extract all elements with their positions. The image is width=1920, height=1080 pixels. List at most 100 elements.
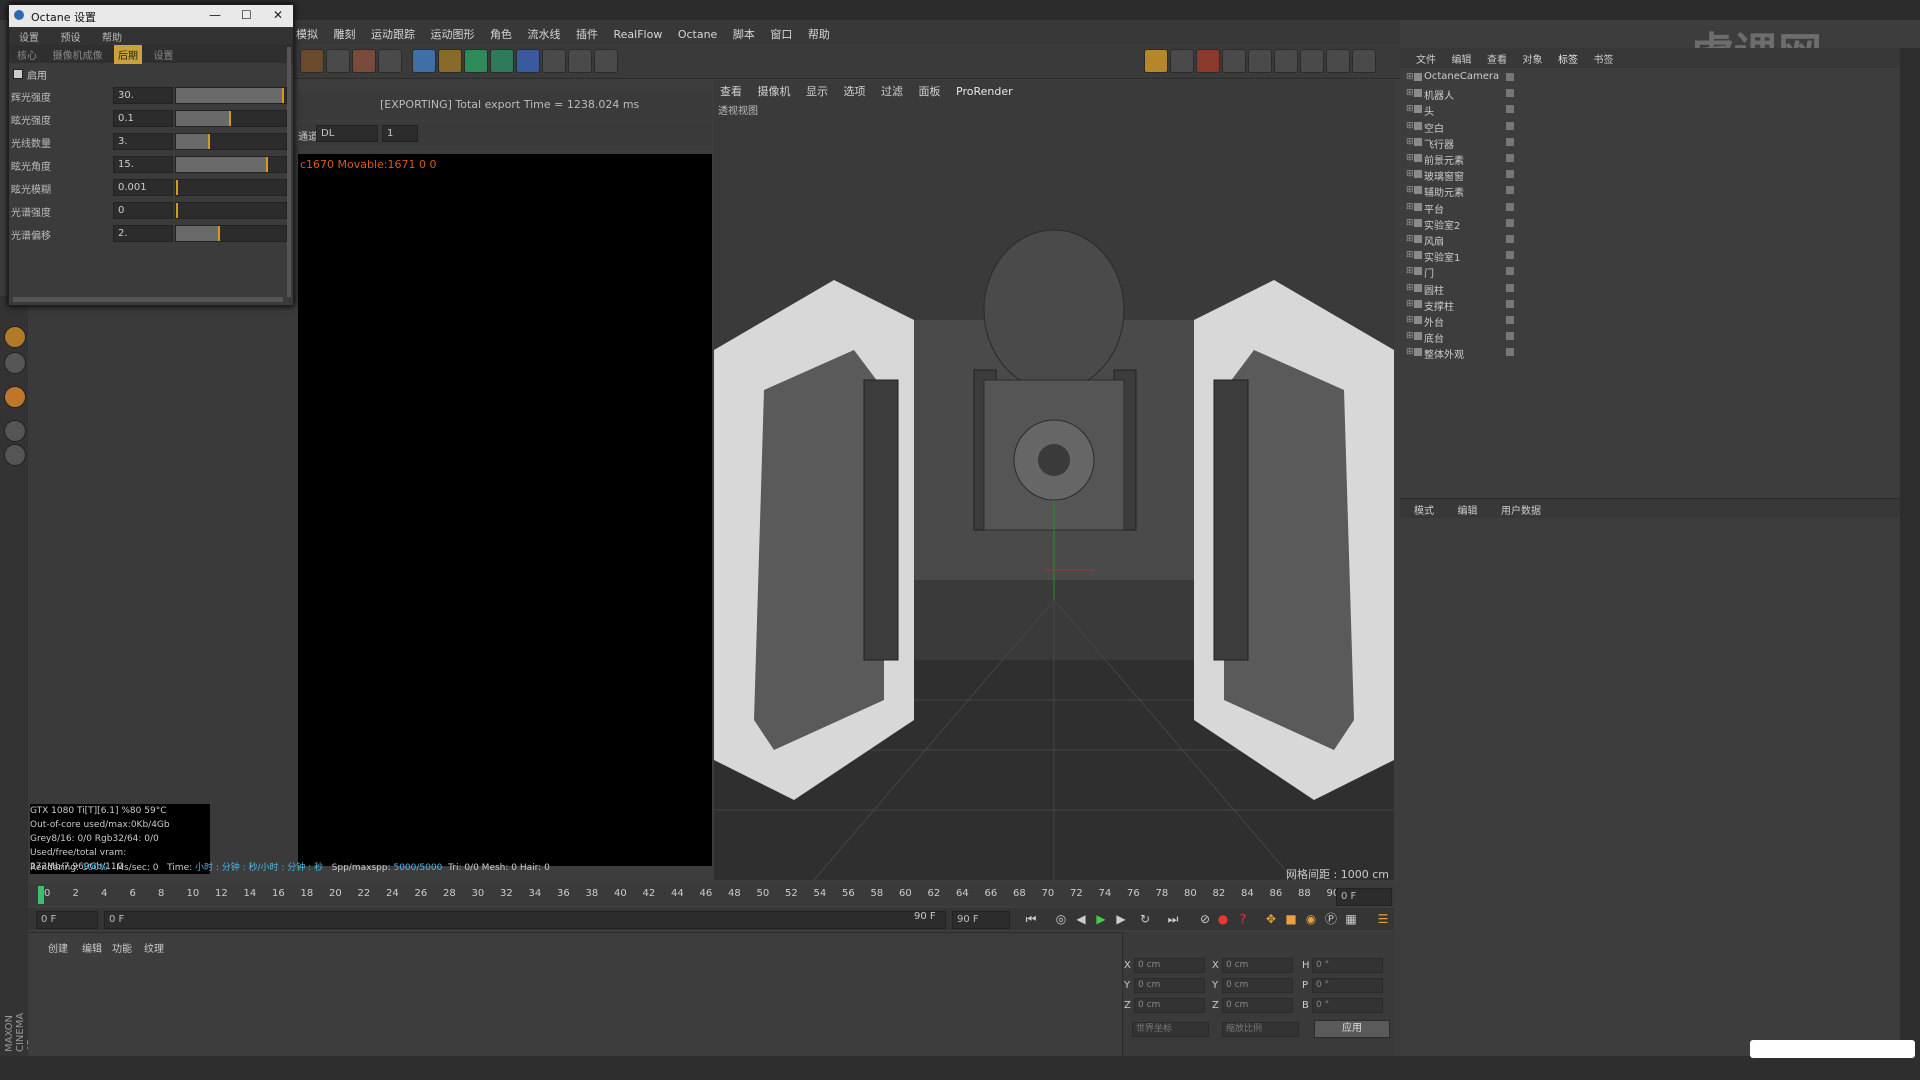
grid-icon[interactable] <box>4 420 26 442</box>
visibility-toggle[interactable] <box>1506 186 1514 195</box>
expand-icon[interactable]: ⊞ <box>1406 121 1414 131</box>
mat-menu-edit[interactable]: 编辑 <box>82 940 102 955</box>
object-row[interactable]: ⊞ 平台 <box>1400 200 1900 216</box>
param-slider[interactable] <box>175 110 287 127</box>
object-row[interactable]: ⊞ 支撑柱 <box>1400 297 1900 313</box>
pen-icon[interactable] <box>438 49 462 73</box>
menu-help[interactable]: 帮助 <box>802 20 836 42</box>
coord-value[interactable]: 0 ° <box>1312 978 1383 993</box>
light-icon[interactable] <box>594 49 618 73</box>
octane-menu-help[interactable]: 帮助 <box>92 27 130 44</box>
menu-plugins[interactable]: 插件 <box>570 20 604 42</box>
menu-mograph[interactable]: 运动图形 <box>425 20 481 42</box>
coord-value[interactable]: 0 cm <box>1222 998 1293 1013</box>
visibility-toggle[interactable] <box>1506 137 1514 146</box>
visibility-toggle[interactable] <box>1506 283 1514 292</box>
coord-value[interactable]: 0 cm <box>1134 998 1205 1013</box>
param-slider[interactable] <box>175 179 287 196</box>
minimize-icon[interactable]: — <box>209 8 221 22</box>
menu-pipeline[interactable]: 流水线 <box>522 20 567 42</box>
channel-select[interactable]: DL <box>316 125 378 142</box>
expand-icon[interactable]: ⊞ <box>1406 234 1414 244</box>
tab-kernel[interactable]: 核心 <box>13 45 41 64</box>
expand-icon[interactable]: ⊞ <box>1406 104 1414 114</box>
expand-icon[interactable]: ⊞ <box>1406 299 1414 309</box>
expand-icon[interactable]: ⊞ <box>1406 266 1414 276</box>
coord-value[interactable]: 0 cm <box>1134 958 1205 973</box>
object-row[interactable]: ⊞ 整体外观 <box>1400 345 1900 361</box>
visibility-toggle[interactable] <box>1506 348 1514 357</box>
close-icon[interactable]: ✕ <box>273 8 283 22</box>
go-to-end-icon[interactable]: ⏭ <box>1166 912 1180 926</box>
end-frame-field[interactable]: 90 F <box>952 911 1010 929</box>
menu-motion-track[interactable]: 运动跟踪 <box>365 20 421 42</box>
axis-icon[interactable] <box>1300 49 1324 73</box>
om-menu-objects[interactable]: 对象 <box>1517 48 1549 66</box>
scale-mode-select[interactable]: 缩放比例 <box>1222 1022 1299 1037</box>
timeline-menu-icon[interactable]: ☰ <box>1376 912 1390 926</box>
undo-icon[interactable] <box>300 49 324 73</box>
am-menu-mode[interactable]: 模式 <box>1400 499 1440 517</box>
visibility-toggle[interactable] <box>1506 316 1514 324</box>
param-value-field[interactable]: 0.001 <box>113 179 173 196</box>
guide-icon[interactable] <box>1352 49 1376 73</box>
menu-window[interactable]: 窗口 <box>764 20 798 42</box>
menu-simulate[interactable]: 模拟 <box>290 20 324 42</box>
om-menu-view[interactable]: 查看 <box>1481 48 1513 66</box>
menu-script[interactable]: 脚本 <box>727 20 761 42</box>
visibility-toggle[interactable] <box>1506 332 1514 341</box>
magnet-icon[interactable] <box>4 386 26 408</box>
maximize-icon[interactable]: ☐ <box>241 8 252 22</box>
object-row[interactable]: ⊞ 辅助元素 <box>1400 183 1900 199</box>
visibility-toggle[interactable] <box>1506 121 1514 130</box>
mat-menu-texture[interactable]: 纹理 <box>144 940 164 955</box>
move-key-icon[interactable]: ✥ <box>1264 912 1278 926</box>
mat-menu-function[interactable]: 功能 <box>112 940 132 955</box>
param-value-field[interactable]: 3. <box>113 133 173 150</box>
start-frame-field[interactable]: 0 F <box>36 911 98 929</box>
param-slider[interactable] <box>175 225 287 242</box>
expand-icon[interactable]: ⊞ <box>1406 72 1414 82</box>
apply-button[interactable]: 应用 <box>1314 1020 1390 1038</box>
help-icon[interactable]: ? <box>1236 912 1250 926</box>
vp-menu-prorender[interactable]: ProRender <box>950 82 1019 98</box>
vp-menu-cameras[interactable]: 摄像机 <box>752 80 797 99</box>
object-row[interactable]: ⊞ 飞行器 <box>1400 135 1900 151</box>
object-row[interactable]: ⊞ 实验室1 <box>1400 248 1900 264</box>
om-menu-file[interactable]: 文件 <box>1400 48 1442 66</box>
visibility-toggle[interactable] <box>1506 73 1514 81</box>
pla-key-icon[interactable]: ▦ <box>1344 912 1358 926</box>
enable-checkbox[interactable] <box>13 69 23 79</box>
brush-icon[interactable] <box>4 326 26 348</box>
expand-icon[interactable]: ⊞ <box>1406 153 1414 163</box>
param-slider[interactable] <box>175 202 287 219</box>
object-row[interactable]: ⊞ OctaneCamera <box>1400 70 1900 86</box>
param-slider[interactable] <box>175 87 287 104</box>
mat-menu-create[interactable]: 创建 <box>48 940 68 955</box>
vp-menu-view[interactable]: 查看 <box>714 80 748 99</box>
expand-icon[interactable]: ⊞ <box>1406 202 1414 212</box>
coord-value[interactable]: 0 cm <box>1222 958 1293 973</box>
om-menu-bookmarks[interactable]: 书签 <box>1588 48 1620 66</box>
key-lock-icon[interactable]: ⊘ <box>1198 912 1212 926</box>
floor-icon[interactable] <box>542 49 566 73</box>
param-value-field[interactable]: 15. <box>113 156 173 173</box>
visibility-toggle[interactable] <box>1506 267 1514 276</box>
deformer-icon[interactable] <box>516 49 540 73</box>
visibility-toggle[interactable] <box>1506 251 1514 260</box>
tab-settings[interactable]: 设置 <box>150 45 178 64</box>
record-icon[interactable]: ◎ <box>1054 912 1068 926</box>
expand-icon[interactable]: ⊞ <box>1406 218 1414 228</box>
param-value-field[interactable]: 2. <box>113 225 173 242</box>
param-value-field[interactable]: 0 <box>113 202 173 219</box>
horizontal-scrollbar[interactable] <box>13 297 283 302</box>
channel-number[interactable]: 1 <box>382 125 418 142</box>
menu-octane[interactable]: Octane <box>672 22 724 41</box>
expand-icon[interactable]: ⊞ <box>1406 283 1414 293</box>
snap-s-icon[interactable] <box>4 352 26 374</box>
expand-icon[interactable]: ⊞ <box>1406 185 1414 195</box>
mograph-icon[interactable] <box>490 49 514 73</box>
current-frame-field[interactable]: 0 F <box>1336 888 1392 906</box>
visibility-toggle[interactable] <box>1506 202 1514 211</box>
am-menu-edit[interactable]: 编辑 <box>1444 499 1484 517</box>
